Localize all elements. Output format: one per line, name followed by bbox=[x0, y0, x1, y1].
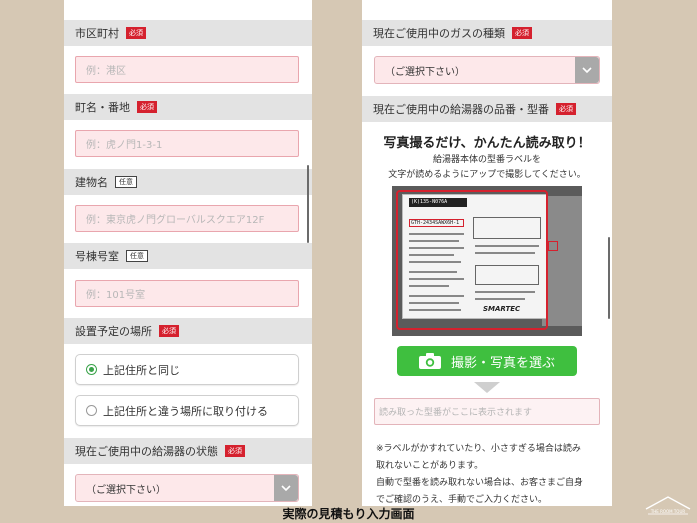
note-line-3: 自動で型番を読み取れない場合は、お客さまご自身 bbox=[376, 478, 584, 488]
camera-icon bbox=[418, 353, 441, 369]
arrow-down-icon bbox=[474, 382, 500, 393]
heater-state-select[interactable]: （ご選択下さい） bbox=[75, 474, 299, 502]
optional-badge: 任意 bbox=[126, 250, 148, 262]
required-badge: 必須 bbox=[159, 325, 179, 337]
building-section-header: 建物名 任意 bbox=[64, 169, 312, 195]
heater-info-panel: 現在ご使用中のガスの種類 必須 （ご選択下さい） 現在ご使用中の給湯器の品番・型… bbox=[362, 0, 612, 506]
hero-line-2: 文字が読めるようにアップで撮影してください。 bbox=[388, 170, 586, 180]
required-badge: 必須 bbox=[556, 103, 576, 115]
select-value: （ご選択下さい） bbox=[86, 484, 166, 496]
required-badge: 必須 bbox=[126, 27, 146, 39]
gas-type-select[interactable]: （ご選択下さい） bbox=[374, 56, 600, 84]
radio-unchecked-icon bbox=[86, 405, 97, 416]
city-label: 市区町村 bbox=[75, 27, 119, 40]
room-section-header: 号棟号室 任意 bbox=[64, 243, 312, 269]
note-line-1: ※ラベルがかすれていたり、小さすぎる場合は読み bbox=[376, 444, 581, 454]
right-scrollbar[interactable] bbox=[608, 237, 610, 319]
radio-different-address[interactable]: 上記住所と違う場所に取り付ける bbox=[75, 395, 299, 426]
screen-caption: 実際の見積もり入力画面 bbox=[282, 507, 415, 521]
building-label: 建物名 bbox=[75, 176, 108, 189]
heater-state-section-header: 現在ご使用中の給湯器の状態 必須 bbox=[64, 438, 312, 464]
heater-state-label: 現在ご使用中の給湯器の状態 bbox=[75, 445, 218, 458]
hero-title: 写真撮るだけ、かんたん読み取り！ bbox=[383, 136, 591, 151]
location-label: 設置予定の場所 bbox=[75, 325, 152, 338]
required-badge: 必須 bbox=[225, 445, 245, 457]
note-line-2: 取れないことがあります。 bbox=[376, 461, 484, 471]
logo-text: THE ROOM TOUR bbox=[650, 509, 686, 514]
required-badge: 必須 bbox=[512, 27, 532, 39]
building-input[interactable]: 例：東京虎ノ門グローバルスクエア12F bbox=[75, 205, 299, 232]
radio-checked-icon bbox=[86, 364, 97, 375]
radio-label: 上記住所と同じ bbox=[103, 363, 180, 377]
sample-label-photo: (K)135-N076A GTH-2434SAWX6H-1 SMARTEC bbox=[392, 186, 582, 336]
optional-badge: 任意 bbox=[115, 176, 137, 188]
photo-button-label: 撮影・写真を選ぶ bbox=[450, 355, 555, 371]
take-photo-button[interactable]: 撮影・写真を選ぶ bbox=[397, 346, 577, 376]
location-section-header: 設置予定の場所 必須 bbox=[64, 318, 312, 344]
note-line-4: でご確認のうえ、手動でご入力ください。 bbox=[376, 495, 548, 505]
street-section-header: 町名・番地 必須 bbox=[64, 94, 312, 120]
select-value: （ご選択下さい） bbox=[385, 66, 465, 78]
room-label: 号棟号室 bbox=[75, 250, 119, 263]
city-input[interactable]: 例：港区 bbox=[75, 56, 299, 83]
gas-section-header: 現在ご使用中のガスの種類 必須 bbox=[362, 20, 612, 46]
street-label: 町名・番地 bbox=[75, 101, 130, 114]
room-input[interactable]: 例：101号室 bbox=[75, 280, 299, 307]
model-section-header: 現在ご使用中の給湯器の品番・型番 必須 bbox=[362, 96, 612, 122]
address-form-panel: 市区町村 必須 例：港区 町名・番地 必須 例：虎ノ門1-3-1 建物名 任意 … bbox=[64, 0, 312, 506]
city-section-header: 市区町村 必須 bbox=[64, 20, 312, 46]
required-badge: 必須 bbox=[137, 101, 157, 113]
model-label: 現在ご使用中の給湯器の品番・型番 bbox=[373, 103, 549, 116]
left-scrollbar[interactable] bbox=[307, 165, 309, 243]
gas-label: 現在ご使用中のガスの種類 bbox=[373, 27, 505, 40]
street-input[interactable]: 例：虎ノ門1-3-1 bbox=[75, 130, 299, 157]
room-tour-logo: THE ROOM TOUR bbox=[642, 492, 694, 520]
hero-line-1: 給湯器本体の型番ラベルを bbox=[432, 155, 541, 165]
model-result-field[interactable]: 読み取った型番がここに表示されます bbox=[374, 398, 600, 425]
radio-label: 上記住所と違う場所に取り付ける bbox=[103, 404, 268, 418]
radio-same-address[interactable]: 上記住所と同じ bbox=[75, 354, 299, 385]
chevron-down-icon bbox=[274, 475, 298, 501]
chevron-down-icon bbox=[575, 57, 599, 83]
